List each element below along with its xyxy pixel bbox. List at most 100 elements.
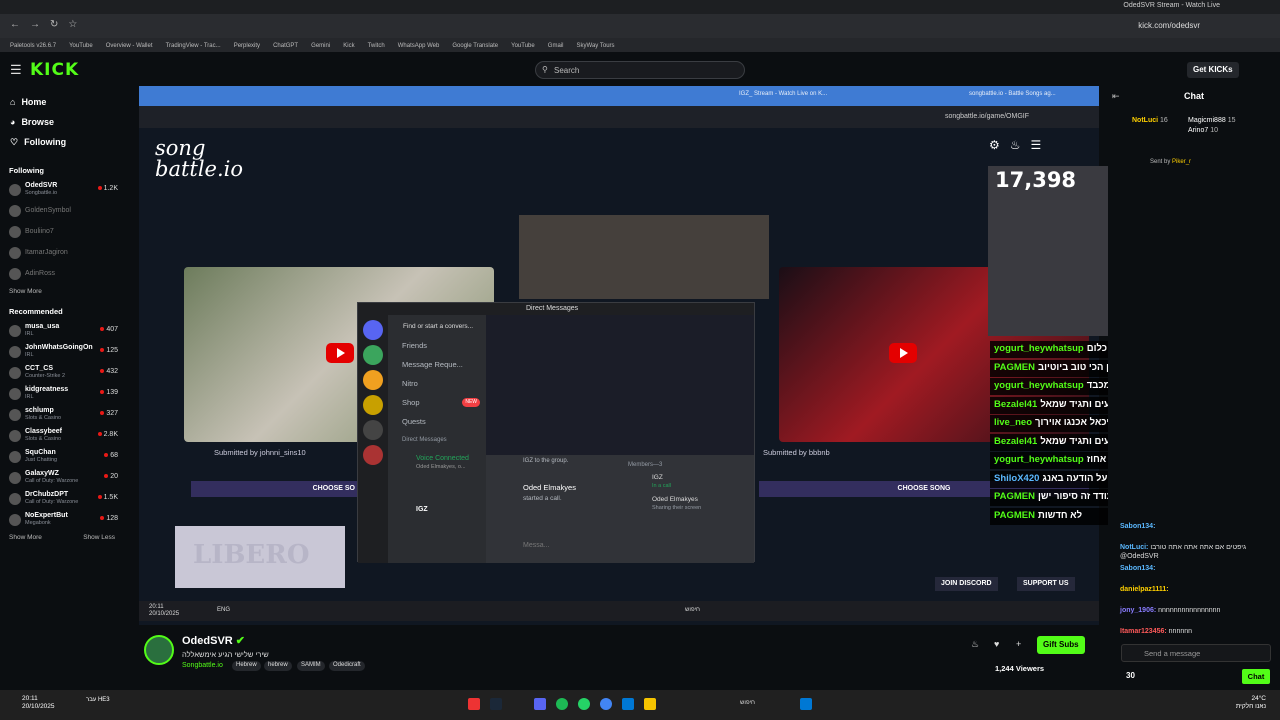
- bookmark[interactable]: SkyWay Tours: [577, 43, 615, 49]
- show-more-recommended[interactable]: Show More: [9, 534, 42, 541]
- browser-tab-title[interactable]: OdedSVR Stream - Watch Live: [1123, 2, 1220, 9]
- recommended-item[interactable]: CCT_CS Counter-Strike 2 432: [0, 362, 124, 383]
- gift-subs-button[interactable]: Gift Subs: [1037, 636, 1085, 654]
- spotify-icon[interactable]: [556, 698, 568, 710]
- following-item[interactable]: ItamarJagiron: [0, 242, 124, 263]
- right-submitted-by: Submitted by bbbnb: [763, 448, 830, 457]
- chat-username[interactable]: Sabon134:: [1120, 523, 1155, 530]
- discord-server-list: [358, 315, 388, 563]
- bookmark[interactable]: TradingView - Trac...: [166, 43, 221, 49]
- nav-home[interactable]: ⌂ Home: [0, 92, 124, 112]
- recommended-item[interactable]: DrChubzDPT Call of Duty: Warzone 1.5K: [0, 488, 124, 509]
- add-icon[interactable]: +: [1016, 639, 1021, 649]
- following-item[interactable]: OdedSVR Songbattle.io 1.2K: [0, 179, 124, 200]
- collapse-chat-icon[interactable]: ⇤: [1112, 91, 1120, 102]
- chat-message: NotLuci: גיפטים אם אתה אתה אתה טורבו @Od…: [1120, 543, 1278, 561]
- recommended-item[interactable]: Classybeef Slots & Casino 2.8K: [0, 425, 124, 446]
- stream-category[interactable]: Songbattle.io: [182, 662, 223, 669]
- recommended-item[interactable]: NoExpertBut Megabonk 128: [0, 509, 124, 530]
- bookmark[interactable]: Perplexity: [234, 43, 260, 49]
- members-header: Members—3: [628, 462, 663, 468]
- show-more-less-row: Show More Show Less: [0, 530, 124, 545]
- kick-logo[interactable]: KICK: [30, 60, 79, 80]
- discord-nav-item: Message Reque...: [388, 355, 486, 374]
- bookmark[interactable]: Paletools v26.6.7: [10, 43, 56, 49]
- bookmark[interactable]: Gemini: [311, 43, 330, 49]
- avatar[interactable]: [144, 635, 174, 665]
- overlay-chat-user: PAGMEN: [994, 361, 1035, 373]
- chat-username[interactable]: Itamar123456:: [1120, 628, 1167, 635]
- tag[interactable]: Hebrew: [232, 661, 261, 671]
- chat-username[interactable]: Sabon134:: [1120, 565, 1155, 572]
- chat-username[interactable]: NotLuci:: [1120, 544, 1148, 551]
- app-icon[interactable]: [622, 698, 634, 710]
- send-message-input[interactable]: Send a message: [1121, 644, 1271, 662]
- live-dot-icon: [100, 348, 105, 352]
- bookmark[interactable]: ChatGPT: [273, 43, 298, 49]
- hamburger-menu-icon[interactable]: ☰: [10, 62, 22, 78]
- chrome-icon[interactable]: [600, 698, 612, 710]
- address-input[interactable]: kick.com/odedsvr: [1138, 21, 1200, 30]
- chat-username[interactable]: jony_1906:: [1120, 607, 1156, 614]
- streamer-name[interactable]: OdedSVR ✔: [182, 634, 245, 647]
- folder-icon[interactable]: [644, 698, 656, 710]
- tag[interactable]: hebrew: [264, 661, 292, 671]
- member-1: IGZ: [652, 474, 663, 481]
- bookmark[interactable]: Twitch: [368, 43, 385, 49]
- sent-by: Sent by Piker_r: [1150, 159, 1191, 165]
- inner-clock-date: 20/10/2025: [149, 611, 180, 617]
- join-discord-label: JOIN DISCORD: [941, 580, 992, 587]
- recommended-item[interactable]: schlump Slots & Casino 327: [0, 404, 124, 425]
- reload-icon[interactable]: ↻: [50, 19, 58, 30]
- viewer-count: 20: [104, 473, 118, 480]
- choose-song-left-button[interactable]: CHOOSE SO: [191, 481, 361, 497]
- recommended-item[interactable]: musa_usa IRL 407: [0, 320, 124, 341]
- star-icon[interactable]: ☆: [68, 19, 77, 30]
- songbattle-logo: song battle.io: [155, 138, 243, 180]
- heart-icon[interactable]: ♥: [994, 639, 999, 649]
- bookmark[interactable]: Google Translate: [452, 43, 498, 49]
- chat-username[interactable]: danielpaz1111:: [1120, 586, 1169, 593]
- bookmark[interactable]: YouTube: [69, 43, 93, 49]
- show-more-following[interactable]: Show More: [0, 284, 124, 299]
- tag[interactable]: SAMIM: [297, 661, 325, 671]
- support-us-button[interactable]: SUPPORT US: [1017, 577, 1075, 591]
- recommended-item[interactable]: kidgreatness IRL 139: [0, 383, 124, 404]
- bookmark[interactable]: WhatsApp Web: [398, 43, 440, 49]
- channel-points[interactable]: 30: [1126, 671, 1135, 680]
- get-kicks-button[interactable]: Get KICKs: [1187, 62, 1239, 78]
- show-less-recommended[interactable]: Show Less: [83, 534, 115, 541]
- recommended-item[interactable]: JohnWhatsGoingOn IRL 125: [0, 341, 124, 362]
- channel-category: Slots & Casino: [25, 436, 62, 442]
- nav-following[interactable]: ♡ Following: [0, 132, 124, 152]
- following-item[interactable]: AdinRoss: [0, 263, 124, 284]
- taskbar-search[interactable]: חיפוש: [740, 700, 755, 706]
- bookmark[interactable]: YouTube: [511, 43, 535, 49]
- stream-title: שירי שלישי הגיע אימשאללה: [182, 650, 269, 659]
- recommended-item[interactable]: GalaxyWZ Call of Duty: Warzone 20: [0, 467, 124, 488]
- discord-icon[interactable]: [534, 698, 546, 710]
- channel-text: NoExpertBut Megabonk: [25, 512, 68, 527]
- nav-browse[interactable]: ◕ Browse: [0, 112, 124, 132]
- forward-icon[interactable]: →: [30, 19, 40, 30]
- app-icon[interactable]: [468, 698, 480, 710]
- windows-start-icon[interactable]: [800, 698, 812, 710]
- video-player[interactable]: IGZ_ Stream - Watch Live on K... songbat…: [139, 86, 1099, 625]
- search-input[interactable]: ⚲ Search: [535, 61, 745, 79]
- bookmark[interactable]: Overview - Wallet: [106, 43, 153, 49]
- join-discord-button[interactable]: JOIN DISCORD: [935, 577, 998, 591]
- bell-icon[interactable]: ♨: [971, 639, 979, 650]
- whatsapp-icon[interactable]: [578, 698, 590, 710]
- bookmark[interactable]: Gmail: [548, 43, 564, 49]
- tag[interactable]: Odedicraft: [329, 661, 365, 671]
- chat-send-button[interactable]: Chat: [1242, 669, 1270, 684]
- channel-name: SquChan: [25, 449, 56, 456]
- bookmark[interactable]: Kick: [343, 43, 354, 49]
- following-item[interactable]: GoldenSymbol: [0, 200, 124, 221]
- recommended-item[interactable]: SquChan Just Chatting 68: [0, 446, 124, 467]
- following-item[interactable]: Bouliino7: [0, 221, 124, 242]
- find-conversation-input: Find or start a convers...: [403, 323, 474, 330]
- back-icon[interactable]: ←: [10, 19, 20, 30]
- menu-icon: ☰: [1030, 138, 1052, 152]
- steam-icon[interactable]: [490, 698, 502, 710]
